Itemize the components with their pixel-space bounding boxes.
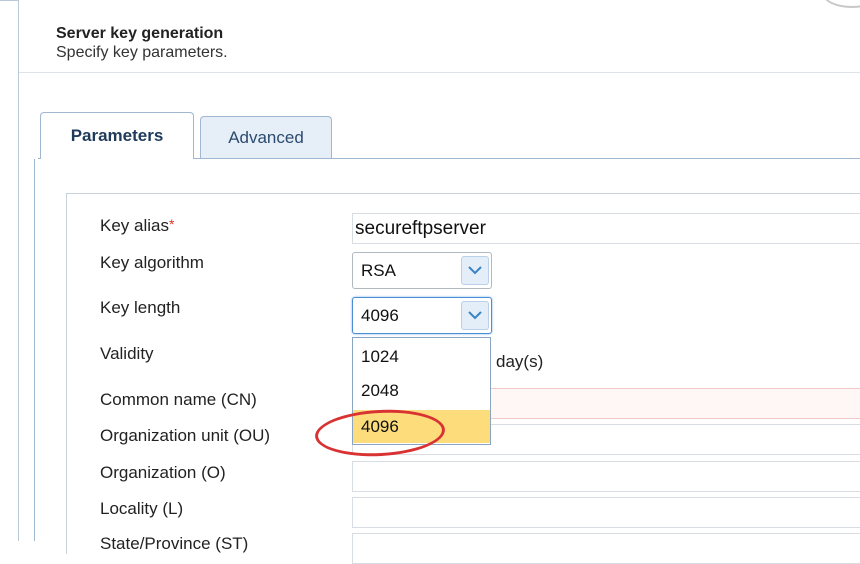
tab-advanced-label: Advanced [228, 127, 304, 147]
option-1024[interactable]: 1024 [353, 340, 490, 373]
page-subtitle: Specify key parameters. [56, 44, 228, 61]
state-input[interactable] [352, 533, 860, 564]
org-unit-label: Organization unit (OU) [100, 426, 271, 445]
frame-edge [0, 0, 18, 1]
option-2048[interactable]: 2048 [353, 374, 490, 407]
required-marker: * [168, 216, 175, 232]
key-alias-input[interactable]: secureftpserver [352, 213, 860, 244]
chevron-down-icon[interactable] [461, 301, 489, 330]
header-divider [19, 72, 860, 73]
chevron-down-icon[interactable] [461, 256, 489, 285]
state-label: State/Province (ST) [100, 534, 249, 553]
key-algorithm-value: RSA [361, 261, 396, 280]
validity-unit: day(s) [496, 352, 544, 371]
tab-parameters[interactable]: Parameters [40, 112, 194, 159]
validity-label: Validity [100, 344, 154, 363]
key-length-value: 4096 [361, 306, 399, 325]
organization-label: Organization (O) [100, 463, 226, 482]
locality-input[interactable] [352, 497, 860, 528]
key-alias-label-text: Key alias [100, 216, 169, 235]
page-title: Server key generation [56, 25, 224, 42]
key-algorithm-label: Key algorithm [100, 253, 204, 272]
wizard-header: Server key generation Specify key parame… [56, 24, 228, 62]
tab-panel-border [34, 159, 35, 541]
common-name-label: Common name (CN) [100, 390, 257, 409]
tab-parameters-label: Parameters [70, 126, 164, 145]
tab-advanced[interactable]: Advanced [200, 116, 332, 158]
organization-input[interactable] [352, 461, 860, 492]
locality-label: Locality (L) [100, 499, 184, 518]
key-length-label: Key length [100, 298, 181, 317]
window-corner-decoration [822, 0, 860, 8]
key-algorithm-select[interactable]: RSA [352, 252, 492, 289]
key-alias-value: secureftpserver [355, 218, 486, 239]
frame-left-border [18, 0, 19, 541]
key-length-select[interactable]: 4096 [352, 297, 492, 334]
key-alias-label: Key alias* [100, 216, 174, 236]
